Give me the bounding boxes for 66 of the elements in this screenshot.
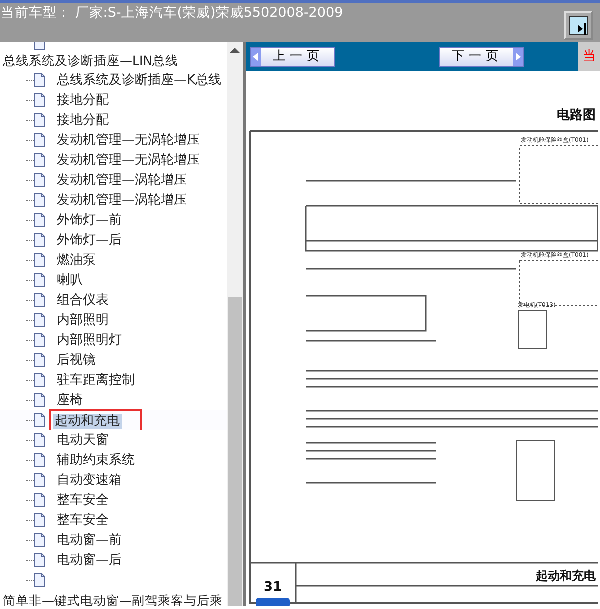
diagram-title: 电路图	[557, 108, 596, 123]
document-icon	[34, 133, 45, 147]
tree-item[interactable]: 自动变速箱	[55, 472, 124, 488]
document-icon	[34, 453, 45, 467]
tree-node[interactable]: 总线系统及诊断插座—LIN总线	[1, 52, 181, 68]
document-icon	[34, 553, 45, 567]
tree-item[interactable]: 发动机管理—无涡轮增压	[55, 132, 202, 148]
tree-item[interactable]: 燃油泵	[55, 252, 98, 268]
tree-item[interactable]: 辅助约束系统	[55, 452, 137, 468]
tree-item[interactable]: 外饰灯—后	[55, 232, 124, 248]
document-icon	[34, 533, 45, 547]
tree-item[interactable]: 外饰灯—前	[55, 212, 124, 228]
tree-item[interactable]: 发动机管理—涡轮增压	[55, 192, 189, 208]
document-icon	[34, 493, 45, 507]
previous-page-button[interactable]: 上 一 页	[250, 46, 335, 66]
arrow-right-icon	[577, 23, 587, 35]
tree-item[interactable]: 整车安全	[55, 492, 111, 508]
document-icon	[34, 393, 45, 407]
document-icon	[34, 193, 45, 207]
document-icon	[34, 293, 45, 307]
document-icon	[34, 373, 45, 387]
diagram-footer-title: 起动和充电	[536, 569, 596, 583]
document-icon	[34, 213, 45, 227]
document-icon	[34, 153, 45, 167]
tree-item[interactable]: 驻车距离控制	[55, 372, 137, 388]
tree-item[interactable]: 内部照明	[55, 312, 111, 328]
next-page-button[interactable]: 下 一 页	[438, 46, 524, 66]
status-label: 当	[583, 48, 596, 66]
tree-item[interactable]: 接地分配	[55, 112, 111, 128]
tree-item[interactable]: 后视镜	[55, 352, 98, 368]
document-icon	[34, 93, 45, 107]
page-tab[interactable]	[256, 598, 290, 606]
document-icon	[34, 313, 45, 327]
document-icon	[34, 253, 45, 267]
tree-item[interactable]: 整车安全	[55, 512, 111, 528]
document-icon	[34, 173, 45, 187]
document-icon	[34, 113, 45, 127]
document-icon	[34, 473, 45, 487]
document-icon	[34, 353, 45, 367]
tree-item[interactable]: 电动窗—后	[55, 552, 124, 568]
document-icon	[34, 573, 45, 587]
document-icon	[34, 513, 45, 527]
tree-item[interactable]: 起动和充电	[53, 414, 122, 429]
tree-item[interactable]: 组合仪表	[55, 292, 111, 308]
document-icon	[34, 233, 45, 247]
tree-item[interactable]: 喇叭	[55, 272, 85, 288]
arrow-left-icon	[251, 48, 261, 66]
document-icon	[34, 413, 45, 427]
tree-item[interactable]: 接地分配	[55, 92, 111, 108]
arrow-right-icon	[512, 48, 523, 66]
document-icon	[34, 333, 45, 347]
document-icon	[34, 73, 45, 87]
tree-item[interactable]: 电动天窗	[55, 432, 111, 448]
tree-node[interactable]: 简单非—键式电动窗—副驾乘客与后乘	[1, 592, 225, 606]
document-icon	[34, 273, 45, 287]
document-icon	[34, 433, 45, 447]
scrollbar[interactable]	[227, 42, 243, 606]
tree-item[interactable]: 发动机管理—涡轮增压	[55, 172, 189, 188]
exit-button[interactable]	[564, 11, 593, 40]
tree-item[interactable]: 总线系统及诊断插座—K总线	[55, 72, 224, 88]
tree-item[interactable]: 内部照明灯	[55, 332, 124, 348]
tree-item[interactable]: 发动机管理—无涡轮增压	[55, 152, 202, 168]
tree-item[interactable]: 座椅	[55, 392, 85, 408]
car-model-title: 当前车型： 厂家:S-上海汽车(荣威)荣威5502008-2009	[0, 4, 344, 21]
page-number: 31	[264, 580, 282, 595]
tree-item[interactable]: 电动窗—前	[55, 532, 124, 548]
